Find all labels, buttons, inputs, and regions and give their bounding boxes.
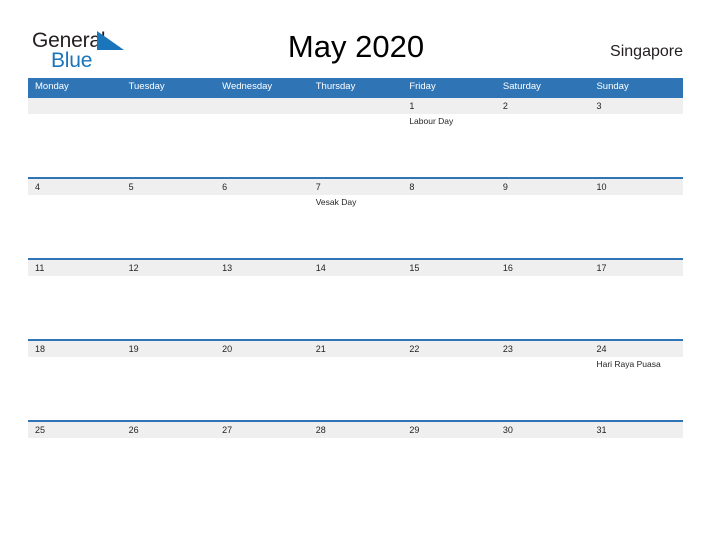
- day-cell[interactable]: 20: [215, 341, 309, 420]
- day-number: 20: [222, 344, 233, 354]
- day-number: 31: [596, 425, 607, 435]
- day-number: [222, 99, 309, 114]
- day-cell[interactable]: 21: [309, 341, 403, 420]
- day-header-sunday: Sunday: [596, 81, 629, 92]
- day-number: 24: [596, 344, 607, 354]
- day-number: 29: [409, 425, 420, 435]
- day-number: 22: [409, 344, 420, 354]
- day-cell[interactable]: 24 Hari Raya Puasa: [589, 341, 683, 420]
- day-number: [35, 99, 122, 114]
- day-cell[interactable]: 3: [589, 98, 683, 177]
- week-row: 18 19 20 21 22 23 24 Hari Raya Puasa: [28, 339, 683, 420]
- day-number: 30: [502, 425, 513, 435]
- day-cell[interactable]: 12: [122, 260, 216, 339]
- day-number: 27: [222, 425, 233, 435]
- day-cell[interactable]: 15: [402, 260, 496, 339]
- day-event: Labour Day: [409, 116, 454, 126]
- day-cell[interactable]: 25: [28, 422, 122, 501]
- day-number: 26: [128, 425, 139, 435]
- day-cell[interactable]: 26: [122, 422, 216, 501]
- day-cell[interactable]: 13: [215, 260, 309, 339]
- day-cell[interactable]: [28, 98, 122, 177]
- day-header-saturday: Saturday: [502, 81, 541, 92]
- day-cell[interactable]: 22: [402, 341, 496, 420]
- week-row: 25 26 27 28 29 30 31: [28, 420, 683, 501]
- day-cell[interactable]: 1 Labour Day: [402, 98, 496, 177]
- day-cell[interactable]: 11: [28, 260, 122, 339]
- day-header-thursday: Thursday: [315, 81, 356, 92]
- page-header: General Blue May 2020 Singapore: [0, 0, 712, 78]
- day-number: 15: [409, 263, 420, 273]
- day-event: Hari Raya Puasa: [596, 359, 661, 369]
- day-number: [129, 99, 216, 114]
- day-number: 23: [502, 344, 513, 354]
- day-number: 3: [596, 101, 602, 111]
- locale-label: Singapore: [610, 43, 683, 60]
- week-row: 4 5 6 7 Vesak Day 8 9 10: [28, 177, 683, 258]
- day-cell[interactable]: 17: [589, 260, 683, 339]
- day-number: 5: [128, 182, 134, 192]
- day-number: 11: [35, 263, 45, 273]
- day-number: 28: [315, 425, 326, 435]
- day-number: 25: [35, 425, 46, 435]
- day-cell[interactable]: 23: [496, 341, 590, 420]
- day-number: 12: [128, 263, 139, 273]
- day-cell[interactable]: 19: [122, 341, 216, 420]
- day-header-tuesday: Tuesday: [128, 81, 165, 92]
- day-cell[interactable]: 16: [496, 260, 590, 339]
- day-number: 6: [222, 182, 228, 192]
- day-cell[interactable]: 4: [28, 179, 122, 258]
- day-number: [316, 99, 403, 114]
- day-number: 14: [315, 263, 326, 273]
- day-number: 1: [409, 101, 415, 111]
- day-cell[interactable]: 6: [215, 179, 309, 258]
- week-row: 11 12 13 14 15 16 17: [28, 258, 683, 339]
- day-cell[interactable]: 27: [215, 422, 309, 501]
- day-cell[interactable]: 28: [309, 422, 403, 501]
- day-number: 7: [315, 182, 321, 192]
- day-cell[interactable]: 7 Vesak Day: [309, 179, 403, 258]
- day-number: 17: [596, 263, 607, 273]
- day-cell[interactable]: 8: [402, 179, 496, 258]
- day-number: 18: [35, 344, 46, 354]
- day-number: 8: [409, 182, 415, 192]
- day-cell[interactable]: 29: [402, 422, 496, 501]
- day-number: 4: [35, 182, 41, 192]
- day-cell[interactable]: 31: [589, 422, 683, 501]
- day-number: 16: [502, 263, 513, 273]
- day-number: 13: [222, 263, 233, 273]
- day-cell[interactable]: 5: [122, 179, 216, 258]
- day-number: 9: [502, 182, 508, 192]
- day-number: 21: [315, 344, 326, 354]
- week-row: 1 Labour Day 2 3: [28, 96, 683, 177]
- day-cell[interactable]: 2: [496, 98, 590, 177]
- day-cell[interactable]: 10: [589, 179, 683, 258]
- day-cell[interactable]: [122, 98, 216, 177]
- day-number: 2: [502, 101, 508, 111]
- day-header-friday: Friday: [409, 81, 436, 92]
- day-cell[interactable]: 18: [28, 341, 122, 420]
- day-event: Vesak Day: [315, 197, 357, 207]
- day-cell[interactable]: 9: [496, 179, 590, 258]
- day-cell[interactable]: 30: [496, 422, 590, 501]
- day-number: 19: [128, 344, 139, 354]
- day-cell[interactable]: 14: [309, 260, 403, 339]
- calendar-grid: Monday Tuesday Wednesday Thursday Friday…: [28, 78, 683, 501]
- calendar-page: General Blue May 2020 Singapore Monday T…: [0, 0, 712, 550]
- page-title: May 2020: [287, 29, 425, 64]
- day-number: 10: [596, 182, 607, 192]
- day-cell[interactable]: [215, 98, 309, 177]
- day-header-wednesday: Wednesday: [222, 81, 273, 92]
- day-cell[interactable]: [309, 98, 403, 177]
- day-of-week-header-row: Monday Tuesday Wednesday Thursday Friday…: [28, 78, 683, 96]
- day-header-monday: Monday: [35, 81, 69, 92]
